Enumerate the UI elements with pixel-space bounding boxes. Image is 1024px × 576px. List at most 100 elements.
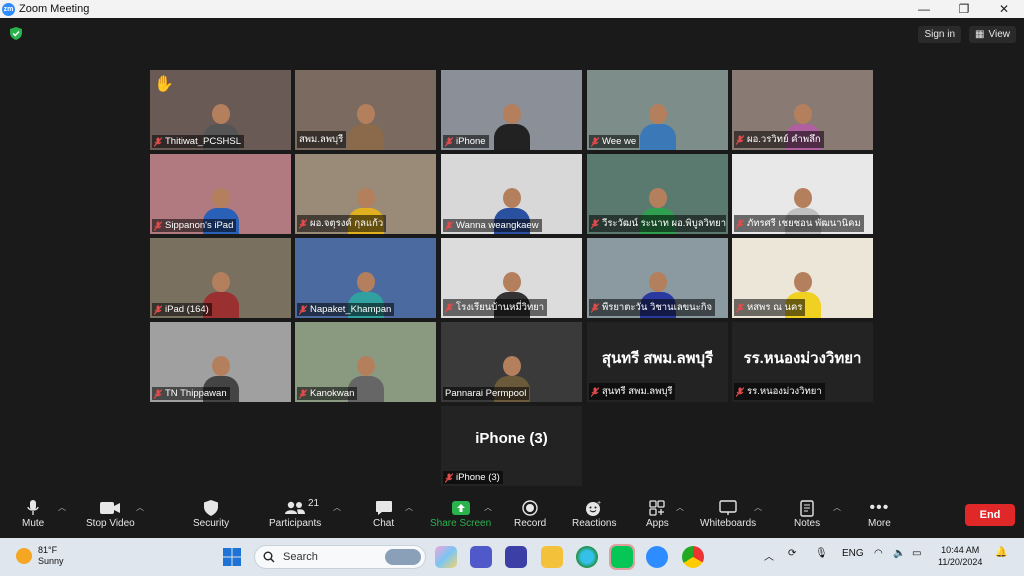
microphone-icon — [27, 500, 39, 515]
chat-icon — [375, 501, 392, 515]
sign-in-button[interactable]: Sign in — [918, 26, 962, 43]
participant-name-label: Sippanon's iPad — [152, 219, 237, 232]
sync-icon[interactable]: ⟳ — [788, 548, 796, 559]
mic-muted-icon — [590, 136, 600, 147]
end-meeting-button[interactable]: End — [965, 504, 1015, 526]
participant-name: iPad (164) — [165, 304, 209, 315]
participant-tile[interactable]: สพม.ลพบุรี — [295, 70, 436, 150]
participant-tile[interactable]: Wanna weangkaew — [441, 154, 582, 234]
participant-tile[interactable]: iPad (164) — [150, 238, 291, 318]
participant-tile[interactable]: ภัทรศรี เชยชอน พัฒนานิคม — [732, 154, 873, 234]
notes-button[interactable]: Notes — [794, 498, 820, 529]
video-caret-icon[interactable]: ︿ — [136, 502, 144, 513]
view-button[interactable]: ▦ View — [969, 26, 1016, 43]
share-caret-icon[interactable]: ︿ — [484, 502, 492, 513]
participants-icon — [285, 501, 306, 514]
participant-tile[interactable]: ผอ.จตุรงค์ กุลแก้ว — [295, 154, 436, 234]
whiteboards-caret-icon[interactable]: ︿ — [754, 502, 762, 513]
more-button[interactable]: ••• More — [868, 498, 891, 529]
participant-tile[interactable]: Wee we — [587, 70, 728, 150]
tray-microphone-icon[interactable]: 🎙 — [815, 548, 828, 559]
teams-icon[interactable] — [470, 546, 492, 568]
participant-tile[interactable]: Napaket_Khampan — [295, 238, 436, 318]
participant-name-label: Napaket_Khampan — [297, 303, 395, 316]
security-shield-icon — [204, 500, 219, 516]
minimize-icon[interactable]: — — [904, 0, 944, 18]
tray-chevron-icon[interactable]: ︿ — [764, 548, 774, 563]
participant-name-label: พีรยาตะวัน วิชานเลขนะกิจ — [589, 299, 716, 316]
mic-muted-icon — [735, 218, 745, 229]
whiteboards-button[interactable]: Whiteboards — [700, 498, 756, 529]
participant-tile[interactable]: iPhone — [441, 70, 582, 150]
grid-icon: ▦ — [975, 29, 985, 40]
participants-count: 21 — [308, 498, 320, 509]
stop-video-button[interactable]: Stop Video — [86, 498, 135, 529]
chat-caret-icon[interactable]: ︿ — [405, 502, 413, 513]
participant-name-label: Pannarai Permpool — [443, 387, 530, 400]
participant-tile[interactable]: ผอ.วรวิทย์ คำพลึก — [732, 70, 873, 150]
participant-name: วีระวัฒน์ ระนาท ผอ.พิบูลวิทยา... — [602, 218, 726, 229]
participant-tile[interactable]: iPhone (3) iPhone (3) — [441, 406, 582, 486]
participant-tile[interactable]: รร.หนองม่วงวิทยา รร.หนองม่วงวิทยา — [732, 322, 873, 402]
close-icon[interactable]: ✕ — [984, 0, 1024, 18]
weather-widget[interactable]: 81°F Sunny — [16, 545, 64, 567]
participant-name-label: ผอ.จตุรงค์ กุลแก้ว — [297, 215, 387, 232]
record-button[interactable]: Record — [514, 498, 546, 529]
participant-tile[interactable]: โรงเรียนบ้านหมี่วิทยา — [441, 238, 582, 318]
participant-tile[interactable]: TN Thippawan — [150, 322, 291, 402]
participant-name-label: ภัทรศรี เชยชอน พัฒนานิคม — [734, 215, 864, 232]
participant-name: Napaket_Khampan — [310, 304, 392, 315]
participant-tile[interactable]: วีระวัฒน์ ระนาท ผอ.พิบูลวิทยา... — [587, 154, 728, 234]
meeting-toolbar: Mute ︿ Stop Video ︿ Security Participant… — [0, 494, 1024, 538]
participant-name-label: ผอ.วรวิทย์ คำพลึก — [734, 131, 824, 148]
notes-caret-icon[interactable]: ︿ — [833, 502, 841, 513]
sun-icon — [16, 548, 32, 564]
participant-tile[interactable]: ✋ Thitiwat_PCSHSL — [150, 70, 291, 150]
participants-caret-icon[interactable]: ︿ — [333, 502, 341, 513]
language-indicator[interactable]: ENG — [842, 548, 864, 559]
file-explorer-icon[interactable] — [541, 546, 563, 568]
volume-icon[interactable]: 🔈 — [893, 548, 905, 559]
mic-muted-icon — [298, 388, 308, 399]
wifi-icon[interactable]: ◠ — [874, 548, 883, 559]
participant-tile[interactable]: สุนทรี สพม.ลพบุรี สุนทรี สพม.ลพบุรี — [587, 322, 728, 402]
restore-icon[interactable]: ❐ — [944, 0, 984, 18]
participant-tile[interactable]: พีรยาตะวัน วิชานเลขนะกิจ — [587, 238, 728, 318]
windows-start-icon[interactable] — [221, 546, 243, 568]
battery-icon[interactable]: ▭ — [912, 548, 921, 559]
reactions-button[interactable]: + Reactions — [572, 498, 616, 529]
participant-name-label: TN Thippawan — [152, 387, 230, 400]
app-m-icon[interactable] — [505, 546, 527, 568]
mic-muted-icon — [735, 386, 745, 397]
participant-name-label: Wee we — [589, 135, 640, 148]
edge-icon[interactable] — [576, 546, 598, 568]
mute-caret-icon[interactable]: ︿ — [58, 502, 66, 513]
taskbar-clock[interactable]: 10:44 AM 11/20/2024 — [938, 544, 982, 568]
participant-tile[interactable]: Sippanon's iPad — [150, 154, 291, 234]
share-screen-button[interactable]: Share Screen — [430, 498, 491, 529]
apps-button[interactable]: Apps — [646, 498, 669, 529]
mute-button[interactable]: Mute — [22, 498, 44, 529]
participant-name: iPhone (3) — [456, 472, 500, 483]
participant-name: Kanokwan — [310, 388, 355, 399]
participant-tile[interactable]: Kanokwan — [295, 322, 436, 402]
chat-button[interactable]: Chat — [373, 498, 394, 529]
copilot-icon[interactable] — [435, 546, 457, 568]
participant-tile[interactable]: หสพร ณ นคร — [732, 238, 873, 318]
apps-caret-icon[interactable]: ︿ — [676, 502, 684, 513]
weather-temp: 81°F — [38, 545, 58, 555]
participant-display-name: iPhone (3) — [475, 430, 548, 447]
line-app-icon[interactable] — [609, 544, 635, 570]
chrome-icon[interactable] — [682, 546, 704, 568]
mic-muted-icon — [735, 302, 745, 313]
participant-name: ผอ.วรวิทย์ คำพลึก — [747, 134, 821, 145]
shield-icon[interactable] — [10, 27, 22, 40]
reactions-emoji-icon: + — [586, 500, 601, 516]
taskbar-search[interactable]: Search — [254, 545, 426, 569]
notification-bell-icon[interactable]: 🔔 — [995, 547, 1007, 558]
security-button[interactable]: Security — [193, 498, 229, 529]
zoom-taskbar-icon[interactable] — [646, 546, 668, 568]
participant-tile[interactable]: Pannarai Permpool — [441, 322, 582, 402]
participant-name: สุนทรี สพม.ลพบุรี — [602, 386, 673, 397]
raised-hand-icon: ✋ — [154, 76, 174, 93]
